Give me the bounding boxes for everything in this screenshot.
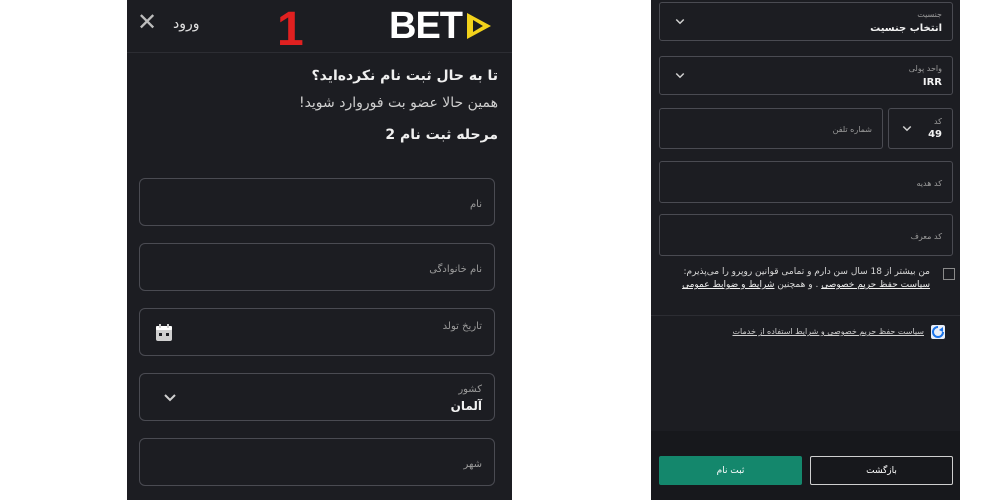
referral-code-label: کد معرف [910, 232, 942, 241]
logo-arrow-icon [467, 13, 491, 39]
form-footer: ثبت نام بازگشت [651, 431, 960, 500]
city-field[interactable]: شهر [139, 438, 495, 486]
gender-select[interactable]: جنسیت انتخاب جنسیت [659, 2, 953, 41]
recaptcha-icon [931, 325, 945, 339]
country-value: آلمان [450, 399, 482, 413]
currency-select[interactable]: واحد پولی IRR [659, 56, 953, 95]
terms-part1: من بیشتر از 18 سال سن دارم و تمامی قوانی… [683, 267, 930, 277]
annotation-number-1: 1 [277, 3, 304, 56]
city-label: شهر [463, 459, 482, 470]
terms-conditions-link[interactable]: شرایط و ضوابط عمومی [682, 280, 774, 290]
calendar-icon[interactable] [154, 323, 174, 343]
phone-code-label: کد [933, 117, 942, 126]
gender-value: انتخاب جنسیت [870, 23, 942, 34]
birth-date-label: تاریخ تولد [442, 321, 482, 332]
phone-number-label: شماره تلفن [832, 125, 872, 134]
phone-code-value: 49 [928, 129, 942, 140]
first-name-label: نام [469, 199, 482, 210]
login-link[interactable]: ورود [173, 16, 200, 32]
last-name-field[interactable]: نام خانوادگی [139, 243, 495, 291]
registration-panel-step2-continued: 2 جنسیت انتخاب جنسیت واحد پولی IRR شماره… [651, 0, 960, 500]
last-name-label: نام خانوادگی [429, 264, 482, 275]
registration-panel-step2: ✕ ورود 1 BET تا به حال ثبت نام نکرده‌اید… [127, 0, 512, 500]
divider [651, 315, 960, 316]
phone-number-field[interactable]: شماره تلفن [659, 108, 883, 149]
country-select[interactable]: کشور آلمان [139, 373, 495, 421]
page-title: تا به حال ثبت نام نکرده‌اید؟ [311, 68, 498, 84]
terms-checkbox[interactable] [943, 268, 955, 280]
privacy-policy-link[interactable]: سیاست حفظ حریم خصوصی [821, 280, 930, 290]
promo-code-label: کد هدیه [916, 179, 942, 188]
page-subtitle: همین حالا عضو بت فوروارد شوید! [298, 95, 498, 111]
birth-date-field[interactable]: تاریخ تولد [139, 308, 495, 356]
promo-code-field[interactable]: کد هدیه [659, 161, 953, 203]
first-name-field[interactable]: نام [139, 178, 495, 226]
currency-label: واحد پولی [908, 64, 942, 73]
logo-text: BET [389, 5, 463, 47]
captcha-policy-link[interactable]: سیاست حفظ حریم خصوصی و شرایط استفاده از … [732, 327, 924, 336]
register-button[interactable]: ثبت نام [659, 456, 802, 485]
back-button[interactable]: بازگشت [810, 456, 953, 485]
currency-value: IRR [922, 77, 942, 88]
chevron-down-icon[interactable] [901, 122, 913, 134]
terms-text: من بیشتر از 18 سال سن دارم و تمامی قوانی… [670, 266, 930, 292]
referral-code-field[interactable]: کد معرف [659, 214, 953, 256]
captcha-policy-text: سیاست حفظ حریم خصوصی و شرایط استفاده از … [732, 327, 924, 336]
betforward-logo: BET [389, 6, 494, 46]
panel-header: ✕ ورود 1 BET [127, 0, 512, 56]
step-indicator: مرحله ثبت نام 2 [385, 127, 498, 143]
chevron-down-icon[interactable] [162, 389, 178, 405]
gender-label: جنسیت [917, 10, 942, 19]
country-label: کشور [458, 384, 482, 395]
chevron-down-icon[interactable] [674, 15, 686, 27]
close-icon[interactable]: ✕ [137, 9, 159, 35]
chevron-down-icon[interactable] [674, 69, 686, 81]
terms-part2: . و همچنین [777, 280, 819, 290]
phone-code-select[interactable]: کد 49 [888, 108, 953, 149]
